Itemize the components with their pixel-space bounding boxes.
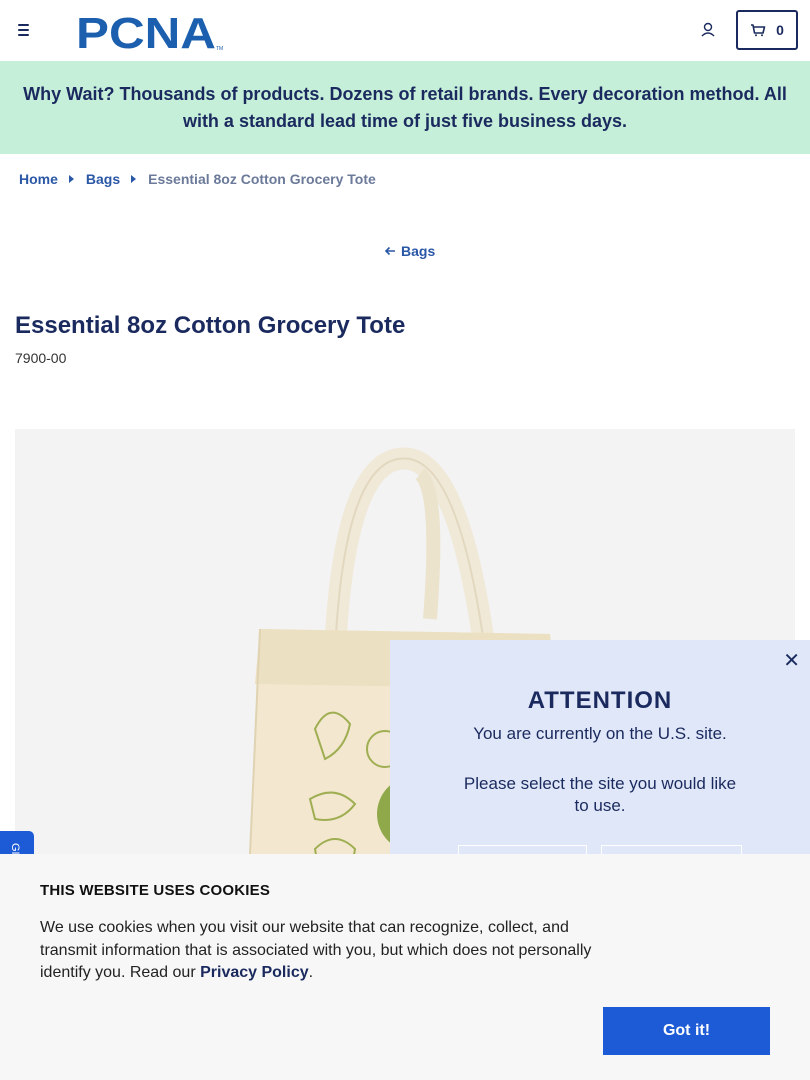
modal-select-site-text: Please select the site you would like to… [463, 774, 737, 815]
breadcrumb-separator-icon [131, 175, 137, 183]
modal-title: ATTENTION [527, 687, 673, 714]
breadcrumb: Home Bags Essential 8oz Cotton Grocery T… [19, 171, 376, 187]
logo-text: PCNA [76, 10, 216, 52]
back-link-label: Bags [401, 243, 436, 259]
cookie-banner: THIS WEBSITE USES COOKIES We use cookies… [0, 854, 810, 1080]
cart-button[interactable]: 0 [736, 10, 798, 50]
breadcrumb-bags[interactable]: Bags [86, 171, 120, 187]
account-icon[interactable] [698, 20, 718, 40]
side-tab-label: GI [9, 843, 21, 855]
cookie-title: THIS WEBSITE USES COOKIES [40, 882, 271, 899]
back-to-bags-link[interactable]: Bags [384, 243, 435, 259]
breadcrumb-home[interactable]: Home [19, 171, 58, 187]
logo-tm: TM [216, 46, 223, 52]
breadcrumb-separator-icon [68, 175, 74, 183]
cart-count: 0 [776, 22, 784, 38]
cookie-text: We use cookies when you visit our websit… [40, 917, 600, 985]
accept-cookies-button[interactable]: Got it! [603, 1007, 770, 1055]
menu-icon[interactable] [18, 20, 38, 40]
product-title: Essential 8oz Cotton Grocery Tote [15, 312, 406, 339]
cookie-period: . [308, 964, 314, 981]
cart-icon [751, 24, 766, 37]
privacy-policy-link[interactable]: Privacy Policy [200, 964, 309, 981]
modal-current-site-text: You are currently on the U.S. site. [473, 724, 727, 743]
arrow-left-icon [384, 246, 395, 256]
breadcrumb-current: Essential 8oz Cotton Grocery Tote [148, 171, 376, 187]
product-sku: 7900-00 [15, 350, 67, 366]
pcna-logo[interactable]: PCNA TM [76, 10, 226, 52]
promo-banner: Why Wait? Thousands of products. Dozens … [0, 61, 810, 154]
cookie-body: We use cookies when you visit our websit… [40, 919, 592, 981]
close-icon[interactable]: ✕ [783, 648, 800, 673]
promo-text: Why Wait? Thousands of products. Dozens … [23, 83, 787, 131]
site-header: PCNA TM 0 [0, 0, 810, 61]
